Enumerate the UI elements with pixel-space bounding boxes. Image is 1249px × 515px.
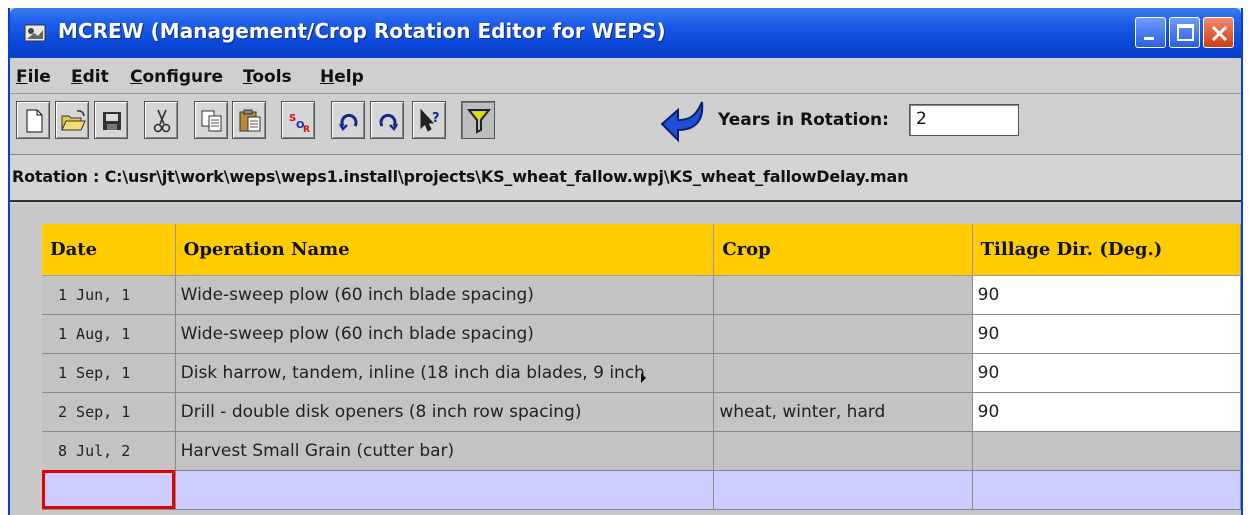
operation-cell[interactable]: Disk harrow, tandem, inline (18 inch dia… bbox=[175, 353, 715, 393]
operation-cell[interactable]: Wide-sweep plow (60 inch blade spacing) bbox=[175, 314, 715, 354]
new-operation-cell[interactable] bbox=[175, 470, 715, 510]
tillage-cell[interactable]: 90 bbox=[972, 314, 1241, 354]
filter-icon bbox=[466, 109, 492, 134]
table-header-row: Date Operation Name Crop Tillage Dir. (D… bbox=[42, 224, 1241, 276]
table-row[interactable]: 2 Sep, 1 Drill - double disk openers (8 … bbox=[42, 392, 1241, 432]
new-button[interactable] bbox=[16, 101, 50, 139]
filter-button[interactable] bbox=[461, 101, 495, 139]
sort-button[interactable]: SOR bbox=[281, 101, 315, 139]
tillage-cell[interactable] bbox=[972, 431, 1241, 471]
rotate-back-button[interactable] bbox=[370, 101, 404, 139]
maximize-icon bbox=[1177, 24, 1194, 41]
operation-cell[interactable]: Drill - double disk openers (8 inch row … bbox=[175, 392, 715, 432]
rotate-forward-button[interactable] bbox=[331, 101, 365, 139]
menu-file[interactable]: File bbox=[16, 67, 51, 87]
operations-table-area: Date Operation Name Crop Tillage Dir. (D… bbox=[10, 204, 1241, 515]
menu-edit[interactable]: Edit bbox=[71, 67, 109, 87]
title-bar[interactable]: MCREW (Management/Crop Rotation Editor f… bbox=[10, 8, 1241, 58]
years-in-rotation-label: Years in Rotation: bbox=[718, 110, 889, 130]
save-icon bbox=[103, 112, 121, 130]
open-icon bbox=[61, 110, 86, 131]
save-button[interactable] bbox=[94, 101, 128, 139]
table-row[interactable]: 1 Aug, 1 Wide-sweep plow (60 inch blade … bbox=[42, 314, 1241, 354]
mcrew-window: MCREW (Management/Crop Rotation Editor f… bbox=[8, 8, 1243, 515]
undo-arrow-icon[interactable] bbox=[658, 96, 710, 146]
cut-button[interactable] bbox=[144, 101, 178, 139]
sort-icon: SOR bbox=[289, 113, 310, 135]
paste-button[interactable] bbox=[232, 101, 266, 139]
column-header-tillage-dir[interactable]: Tillage Dir. (Deg.) bbox=[972, 224, 1241, 276]
date-cell[interactable]: 2 Sep, 1 bbox=[42, 392, 176, 432]
date-cell[interactable]: 8 Jul, 2 bbox=[42, 431, 176, 471]
table-row[interactable]: 8 Jul, 2 Harvest Small Grain (cutter bar… bbox=[42, 431, 1241, 471]
column-header-date[interactable]: Date bbox=[42, 224, 176, 276]
copy-button[interactable] bbox=[194, 101, 228, 139]
crop-cell[interactable] bbox=[713, 275, 973, 315]
minimize-icon bbox=[1144, 37, 1154, 40]
window-title: MCREW (Management/Crop Rotation Editor f… bbox=[58, 19, 666, 43]
column-header-crop[interactable]: Crop bbox=[713, 224, 973, 276]
operations-table: Date Operation Name Crop Tillage Dir. (D… bbox=[42, 224, 1241, 510]
new-operation-row[interactable] bbox=[42, 470, 1241, 510]
close-icon bbox=[1211, 25, 1228, 42]
menu-tools[interactable]: Tools bbox=[243, 67, 292, 87]
crop-cell[interactable] bbox=[713, 314, 973, 354]
rotate-forward-icon bbox=[338, 113, 358, 132]
date-cell[interactable]: 1 Sep, 1 bbox=[42, 353, 176, 393]
context-help-button[interactable]: ? bbox=[412, 101, 446, 139]
tillage-cell[interactable]: 90 bbox=[972, 275, 1241, 315]
crop-cell[interactable] bbox=[713, 353, 973, 393]
tillage-cell[interactable]: 90 bbox=[972, 353, 1241, 393]
date-cell[interactable]: 1 Jun, 1 bbox=[42, 275, 176, 315]
years-in-rotation-input[interactable]: 2 bbox=[909, 104, 1019, 136]
copy-icon bbox=[201, 110, 222, 132]
toolbar: SOR ? Years in Rotation: 2 bbox=[10, 95, 1241, 151]
date-cell[interactable]: 1 Aug, 1 bbox=[42, 314, 176, 354]
overflow-indicator-icon bbox=[640, 372, 646, 383]
tillage-cell[interactable]: 90 bbox=[972, 392, 1241, 432]
rotation-path-bar: Rotation : C:\usr\jt\work\weps\weps1.ins… bbox=[10, 154, 1241, 202]
svg-text:?: ? bbox=[432, 111, 440, 126]
new-date-cell[interactable] bbox=[42, 470, 176, 510]
maximize-button[interactable] bbox=[1169, 17, 1200, 48]
crop-cell[interactable]: wheat, winter, hard bbox=[713, 392, 973, 432]
menu-help[interactable]: Help bbox=[320, 67, 364, 87]
operation-text: Disk harrow, tandem, inline (18 inch dia… bbox=[180, 362, 645, 383]
table-row[interactable]: 1 Sep, 1 Disk harrow, tandem, inline (18… bbox=[42, 353, 1241, 393]
svg-text:R: R bbox=[303, 125, 310, 135]
menu-bar: File Edit Configure Tools Help bbox=[10, 58, 1241, 94]
cut-icon bbox=[153, 109, 171, 133]
help-icon: ? bbox=[420, 108, 440, 132]
rotation-path-text: Rotation : C:\usr\jt\work\weps\weps1.ins… bbox=[12, 167, 909, 186]
paste-icon bbox=[239, 109, 261, 132]
crop-cell[interactable] bbox=[713, 431, 973, 471]
new-crop-cell[interactable] bbox=[713, 470, 973, 510]
rotate-back-icon bbox=[379, 113, 399, 132]
operation-cell[interactable]: Wide-sweep plow (60 inch blade spacing) bbox=[175, 275, 715, 315]
app-icon bbox=[24, 24, 46, 42]
new-icon bbox=[26, 109, 43, 133]
open-button[interactable] bbox=[55, 101, 89, 139]
operation-cell[interactable]: Harvest Small Grain (cutter bar) bbox=[175, 431, 715, 471]
column-header-operation-name[interactable]: Operation Name bbox=[175, 224, 715, 276]
minimize-button[interactable] bbox=[1135, 17, 1166, 48]
menu-configure[interactable]: Configure bbox=[130, 67, 223, 87]
table-row[interactable]: 1 Jun, 1 Wide-sweep plow (60 inch blade … bbox=[42, 275, 1241, 315]
close-button[interactable] bbox=[1203, 17, 1234, 48]
new-tillage-cell[interactable] bbox=[972, 470, 1241, 510]
